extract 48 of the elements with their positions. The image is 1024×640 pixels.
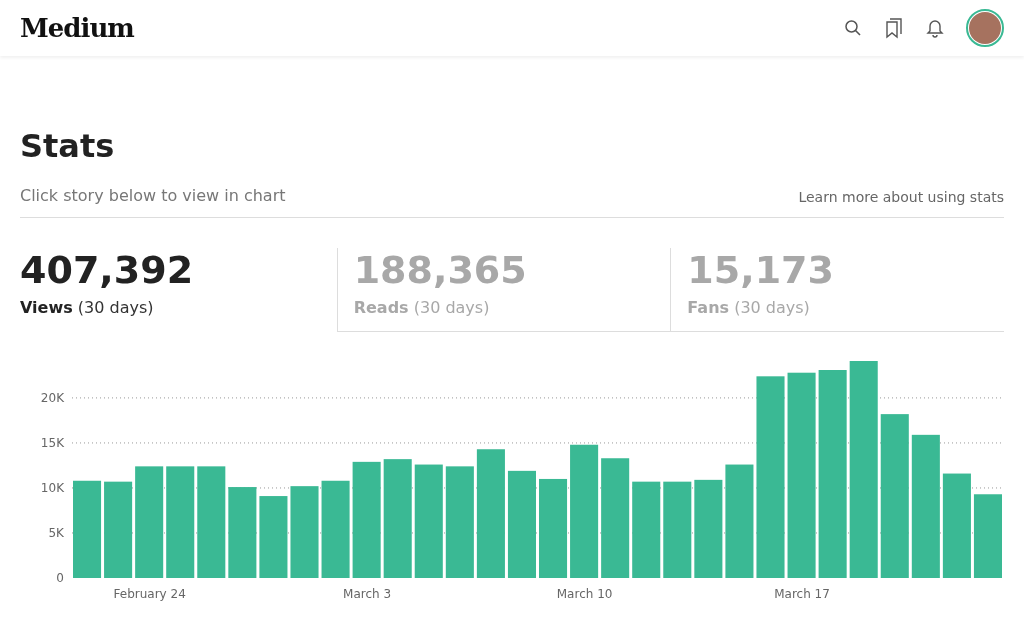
views-bar[interactable]	[166, 466, 195, 578]
x-axis-label: March 3	[343, 587, 392, 601]
views-bar[interactable]	[942, 473, 971, 578]
views-bar[interactable]	[973, 494, 1002, 578]
views-bar[interactable]	[663, 481, 692, 578]
views-bar[interactable]	[383, 459, 412, 578]
views-bar[interactable]	[849, 361, 878, 578]
notifications-icon[interactable]	[926, 18, 944, 38]
x-axis-label: March 10	[556, 587, 613, 601]
views-bar[interactable]	[507, 470, 536, 578]
bookmarks-icon[interactable]	[884, 17, 904, 39]
y-axis-label: 5K	[48, 526, 64, 540]
views-bar[interactable]	[352, 461, 381, 578]
views-bar[interactable]	[290, 486, 319, 578]
user-avatar[interactable]	[966, 9, 1004, 47]
views-bar[interactable]	[476, 449, 505, 578]
views-bar[interactable]	[321, 480, 350, 578]
views-bar[interactable]	[632, 481, 661, 578]
learn-more-link[interactable]: Learn more about using stats	[798, 189, 1004, 205]
views-bar[interactable]	[880, 414, 909, 578]
y-axis-label: 10K	[40, 480, 64, 495]
views-bar[interactable]	[694, 479, 723, 578]
views-bar[interactable]	[818, 370, 847, 578]
views-bar[interactable]	[539, 478, 568, 578]
medium-logo[interactable]: Medium	[20, 13, 134, 43]
stat-tab[interactable]: 407,392 Views (30 days)	[20, 248, 337, 332]
views-bar[interactable]	[73, 480, 102, 578]
y-axis-label: 15K	[40, 435, 64, 450]
page-title: Stats	[20, 126, 116, 166]
x-axis-label: February 24	[113, 587, 186, 601]
views-bar[interactable]	[135, 466, 164, 578]
views-bar[interactable]	[445, 466, 474, 578]
views-bar[interactable]	[725, 464, 754, 578]
views-bar[interactable]	[104, 481, 133, 578]
x-axis-label: March 17	[774, 587, 830, 601]
views-bar[interactable]	[787, 372, 816, 578]
chart-hint: Click story below to view in chart	[20, 186, 286, 205]
views-bar[interactable]	[756, 376, 785, 578]
views-bar[interactable]	[601, 458, 630, 578]
y-axis-label: 0	[56, 571, 64, 585]
views-bar[interactable]	[911, 434, 940, 578]
views-bar[interactable]	[570, 444, 599, 578]
views-bar[interactable]	[228, 487, 257, 578]
views-bar[interactable]	[197, 466, 226, 578]
views-bar[interactable]	[414, 464, 443, 578]
y-axis-label: 20K	[40, 390, 64, 405]
views-bar[interactable]	[259, 496, 288, 578]
search-icon[interactable]	[844, 19, 862, 37]
